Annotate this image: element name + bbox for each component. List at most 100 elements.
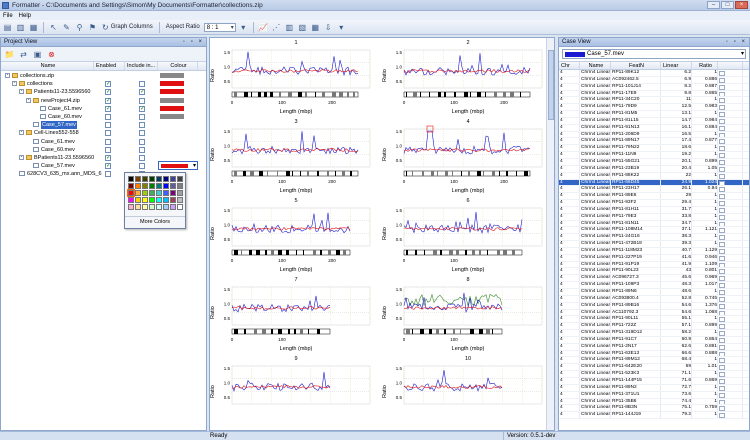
table-row[interactable]: 4Chrm4 Linear=24...RP11-66D4524.91.024: [559, 179, 749, 187]
colour-cell[interactable]: [156, 176, 162, 182]
row-checkbox[interactable]: [719, 207, 725, 213]
chromosome-plot[interactable]: 10 Ratio 1.5 1.0 0.5: [382, 354, 554, 430]
colour-cell[interactable]: [177, 183, 183, 189]
row-checkbox[interactable]: [719, 269, 725, 275]
colour-cell[interactable]: [135, 204, 141, 210]
colour-cell[interactable]: [163, 197, 169, 203]
table-row[interactable]: 4Chrm4 Linear=48...RP11-109P348.31.017: [559, 282, 749, 289]
table-row[interactable]: 4Chrm4 Linear=6...RP11-89K126.21: [559, 70, 749, 77]
table-row[interactable]: 4Chrm4 Linear=52...AC093800.452.80.745: [559, 295, 749, 303]
maximize-button[interactable]: □: [721, 1, 734, 9]
grid-icon[interactable]: ▦: [310, 22, 321, 33]
tree-row[interactable]: Case_60.mev: [1, 113, 206, 121]
colour-swatch[interactable]: [160, 81, 184, 87]
colour-cell[interactable]: [142, 204, 148, 210]
table-row[interactable]: 4Chrm4 Linear=73...RP11-371U173.61: [559, 391, 749, 399]
table-row[interactable]: 4Chrm4 Linear=13...RP11-81M513.11: [559, 111, 749, 118]
row-checkbox[interactable]: [719, 166, 725, 172]
graph-columns-button[interactable]: ↻ Graph Columns: [100, 23, 155, 32]
colour-cell[interactable]: [170, 197, 176, 203]
tree-row[interactable]: Case_60.mev: [1, 146, 206, 154]
case-select[interactable]: Case_57.mev ▾: [562, 49, 746, 59]
colour-cell[interactable]: [135, 190, 141, 196]
row-checkbox[interactable]: [719, 331, 725, 336]
table-row[interactable]: 4Chrm4 Linear=16...RP11-91N1316.10.884: [559, 124, 749, 132]
colour-cell[interactable]: [128, 183, 134, 189]
table-row[interactable]: 4Chrm4 Linear=69...RP11-642E20691.01: [559, 364, 749, 372]
row-checkbox[interactable]: [719, 248, 725, 254]
enabled-checkbox[interactable]: ✓: [105, 105, 111, 112]
row-checkbox[interactable]: [719, 290, 725, 295]
close-button[interactable]: ×: [735, 1, 748, 9]
row-checkbox[interactable]: [719, 344, 725, 350]
table-row[interactable]: 4Chrm4 Linear=72...RP11-89N272.71: [559, 384, 749, 392]
table-row[interactable]: 4Chrm4 Linear=39...RP11-472B1839.31: [559, 241, 749, 248]
table-row[interactable]: 4Chrm4 Linear=48...RP11-89N648.61: [559, 289, 749, 296]
tree-row[interactable]: - newProject4.zip ✓: [1, 97, 206, 105]
include-checkbox[interactable]: [139, 163, 145, 170]
expand-toggle[interactable]: -: [19, 130, 24, 136]
table-row[interactable]: 4Chrm4 Linear=60...RP11-91C760.90.864: [559, 336, 749, 344]
chromosome-plot[interactable]: 4 Ratio Length (mbp) 1.5 1.0 0.5 0 100 200: [382, 117, 554, 197]
tree-item-label[interactable]: Case_57.mev: [41, 162, 75, 170]
row-checkbox[interactable]: [719, 262, 725, 268]
tree-row[interactable]: Case_61.mev ✓ ✓: [1, 105, 206, 113]
chromosome-plot[interactable]: 9 Ratio 1.5 1.0 0.5: [210, 354, 382, 430]
table-row[interactable]: 4Chrm4 Linear=40...RP11-118M2340.71.129: [559, 247, 749, 255]
table-row[interactable]: 4Chrm4 Linear=66...RP11-63E1366.60.888: [559, 350, 749, 358]
table-row[interactable]: 4Chrm4 Linear=12...RP11-79D912.50.983: [559, 104, 749, 112]
col-ratio[interactable]: Ratio: [692, 62, 718, 69]
col-include[interactable]: Include in...: [125, 62, 158, 70]
panel-controls[interactable]: ◦ ▫ ×: [726, 38, 747, 47]
table-row[interactable]: 4Chrm4 Linear=74...RP11-35B674.41: [559, 398, 749, 406]
col-chr[interactable]: Chr: [559, 62, 580, 69]
table-row[interactable]: 4Chrm4 Linear=14...RP11-81L1514.70.984: [559, 117, 749, 125]
row-checkbox[interactable]: [719, 91, 725, 97]
col-enabled[interactable]: [718, 62, 743, 69]
table-row[interactable]: 4Chrm4 Linear=45...AC096727.345.60.969: [559, 275, 749, 283]
tree-item-label[interactable]: BPatients11-23.5596560: [34, 154, 94, 162]
table-row[interactable]: 4Chrm4 Linear=71...RP11-144P1571.60.869: [559, 377, 749, 385]
chevron-down-icon[interactable]: ▾: [238, 22, 249, 33]
row-checkbox[interactable]: [719, 303, 725, 309]
enabled-checkbox[interactable]: ✓: [105, 163, 111, 170]
row-checkbox[interactable]: [719, 228, 725, 234]
include-checkbox[interactable]: [139, 113, 145, 120]
row-checkbox[interactable]: [719, 358, 725, 364]
table-row[interactable]: 4Chrm4 Linear=22...RP11-88K22221: [559, 172, 749, 180]
row-checkbox[interactable]: [719, 77, 725, 83]
table-row[interactable]: 4Chrm4 Linear=54...AC110792.354.61.068: [559, 309, 749, 317]
tree-row[interactable]: Case_57.mev: [1, 121, 206, 130]
row-checkbox[interactable]: [719, 98, 725, 104]
table-row[interactable]: 4Chrm4 Linear=31...RP11-81H1131.71: [559, 206, 749, 214]
pointer-icon[interactable]: ↖: [48, 22, 59, 33]
table-row[interactable]: 4Chrm4 Linear=57...RP11-722Z57.10.899: [559, 323, 749, 331]
save-icon[interactable]: ▦: [28, 22, 39, 33]
colour-cell[interactable]: [177, 204, 183, 210]
row-checkbox[interactable]: [719, 324, 725, 330]
export-icon[interactable]: ⇩: [323, 22, 334, 33]
row-checkbox[interactable]: [719, 132, 725, 138]
row-checkbox[interactable]: [719, 337, 725, 343]
delete-icon[interactable]: ⊗: [46, 49, 57, 60]
row-checkbox[interactable]: [719, 84, 725, 90]
chromosome-plot[interactable]: 2 Ratio Length (mbp) 1.5 1.0 0.5 0 100 200: [382, 38, 554, 118]
col-featn[interactable]: FeatN: [611, 62, 661, 69]
enabled-checkbox[interactable]: [105, 171, 111, 178]
colour-cell[interactable]: [156, 204, 162, 210]
row-checkbox[interactable]: [719, 112, 725, 117]
chart-line-icon[interactable]: 📈: [258, 22, 269, 33]
table-row[interactable]: 4Chrm4 Linear=16...RP11-206D916.51: [559, 131, 749, 139]
table-row[interactable]: 4Chrm4 Linear=34...RP11-81N1134.71: [559, 220, 749, 228]
table-row[interactable]: 4Chrm4 Linear=28...RP11-89E6291: [559, 193, 749, 201]
colour-cell[interactable]: [163, 176, 169, 182]
colour-cell[interactable]: [177, 176, 183, 182]
row-checkbox[interactable]: [719, 385, 725, 391]
table-row[interactable]: 4Chrm4 Linear=17...RP11-89N1717.40.877: [559, 138, 749, 146]
colour-swatch[interactable]: [160, 105, 184, 111]
enabled-checkbox[interactable]: ✓: [105, 97, 111, 104]
tree-row[interactable]: - collections.zip: [1, 72, 206, 80]
expand-toggle[interactable]: -: [5, 73, 10, 78]
expand-toggle[interactable]: -: [19, 89, 24, 95]
colour-cell[interactable]: [128, 176, 134, 182]
